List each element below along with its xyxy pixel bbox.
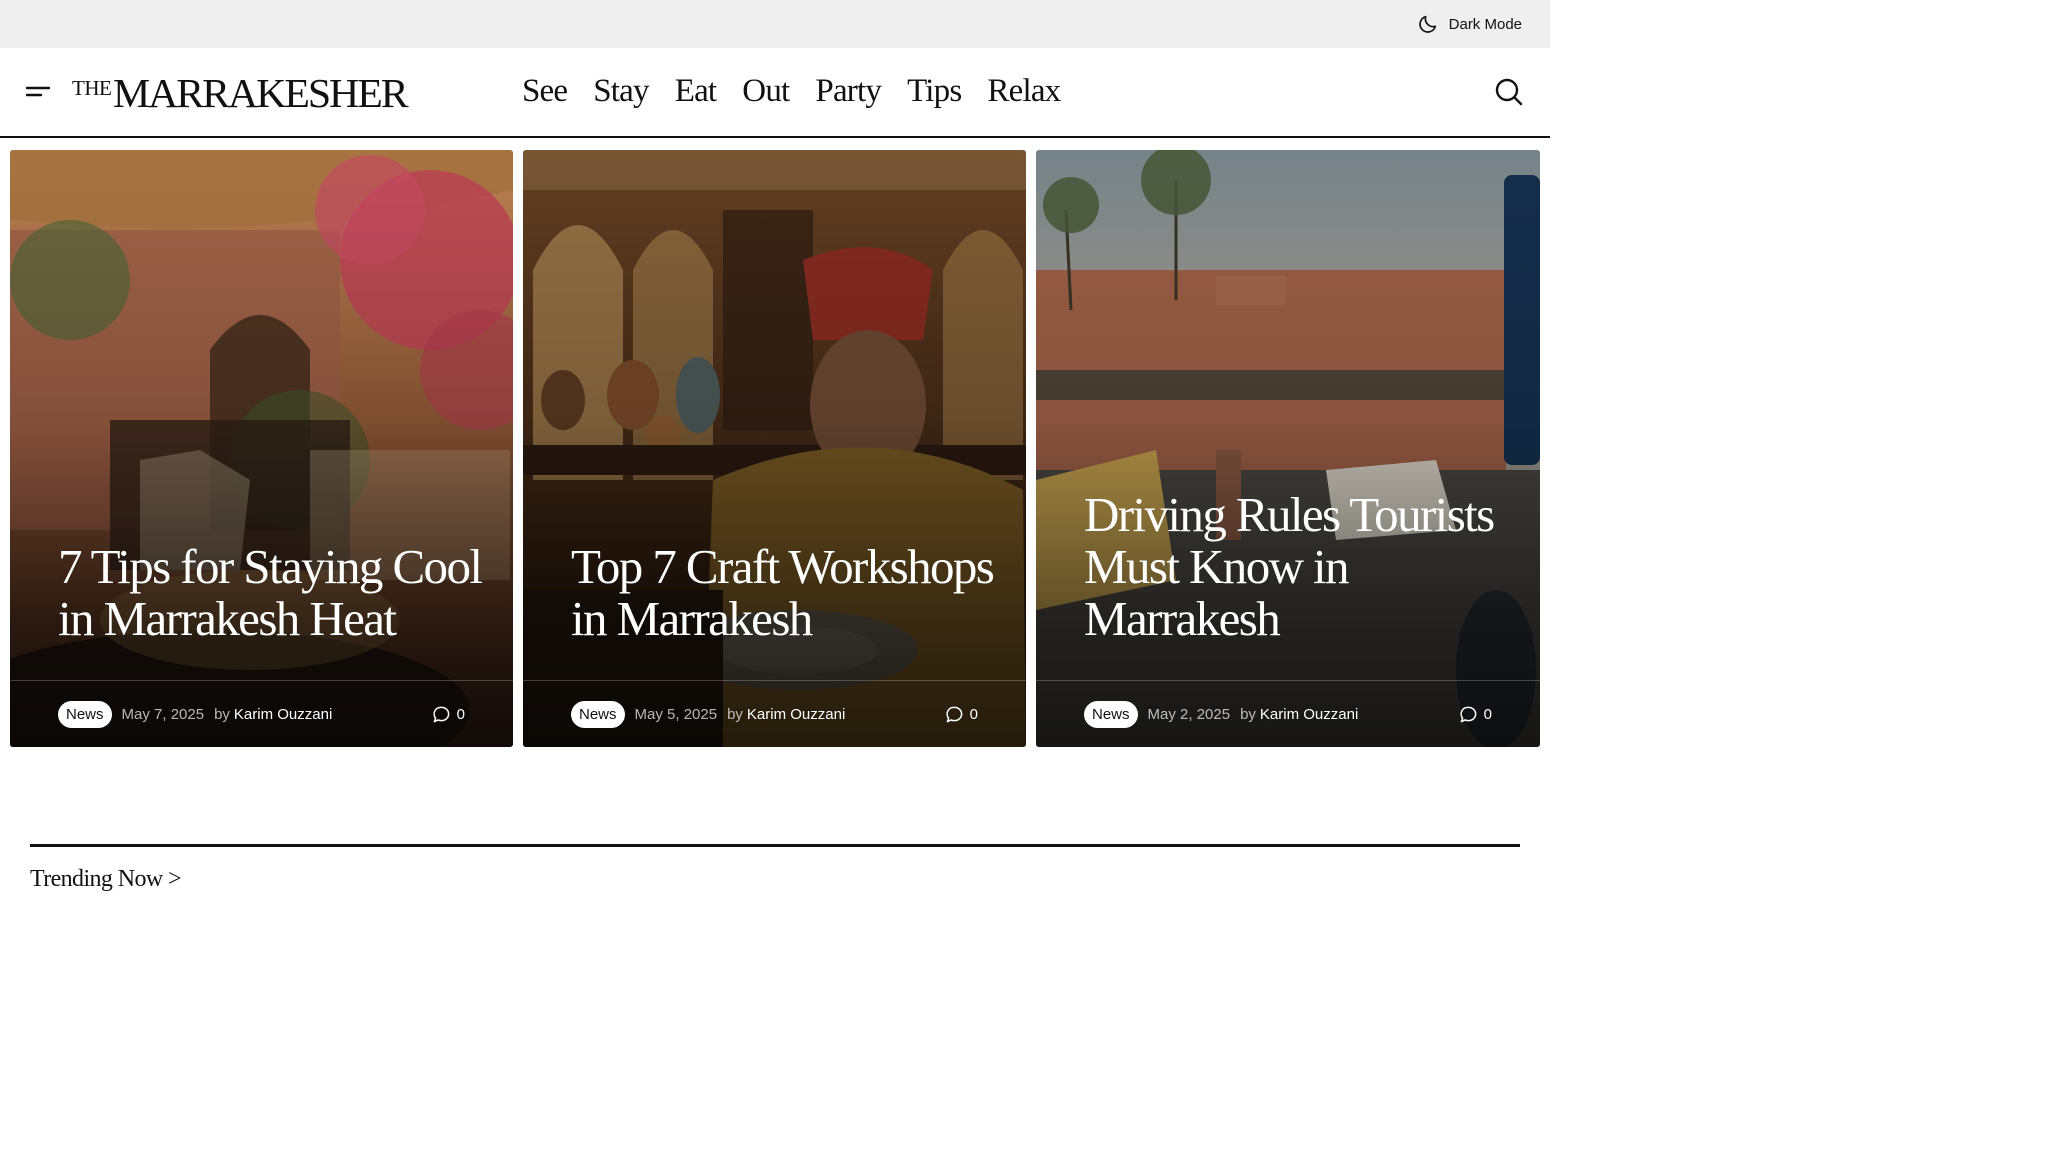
article-card[interactable]: Driving Rules Tourists Must Know in Marr… [1036,150,1540,747]
article-meta: News May 7, 2025 by Karim Ouzzani 0 [58,700,465,728]
trending-now-link[interactable]: Trending Now > [30,866,182,893]
image-overlay [1036,150,1540,747]
card-divider [10,680,513,681]
comment-count: 0 [456,705,465,723]
article-date: May 7, 2025 [121,705,205,723]
author-link[interactable]: Karim Ouzzani [1260,706,1358,723]
moon-icon [1418,15,1436,33]
author-link[interactable]: Karim Ouzzani [747,706,845,723]
nav-item-stay[interactable]: Stay [593,73,649,110]
by-label: by [214,705,230,723]
comments-link[interactable]: 0 [945,705,978,724]
comment-icon [946,706,962,722]
image-overlay [523,150,1026,747]
by-label: by [727,705,743,723]
featured-articles: 7 Tips for Staying Cool in Marrakesh Hea… [10,150,1540,747]
article-title[interactable]: Top 7 Craft Workshops in Marrakesh [571,541,996,645]
nav-item-relax[interactable]: Relax [987,73,1061,110]
main-nav: See Stay Eat Out Party Tips Relax [522,68,1061,114]
nav-item-see[interactable]: See [522,73,568,110]
category-badge[interactable]: News [571,700,625,728]
comments-link[interactable]: 0 [1459,705,1492,724]
article-card[interactable]: Top 7 Craft Workshops in Marrakesh News … [523,150,1026,747]
dark-mode-toggle[interactable]: Dark Mode [1417,12,1522,36]
article-title[interactable]: Driving Rules Tourists Must Know in Marr… [1084,489,1510,645]
logo-name: MARRAKESHER [113,70,409,116]
card-divider [1036,680,1540,681]
category-badge[interactable]: News [58,700,112,728]
article-meta: News May 5, 2025 by Karim Ouzzani 0 [571,700,978,728]
nav-item-tips[interactable]: Tips [907,73,962,110]
site-logo[interactable]: THE MARRAKESHER [72,70,409,116]
nav-item-party[interactable]: Party [815,73,881,110]
nav-item-eat[interactable]: Eat [675,73,717,110]
top-utility-bar: Dark Mode [0,0,1550,48]
author-link[interactable]: Karim Ouzzani [234,706,332,723]
image-overlay [10,150,513,747]
hamburger-menu-icon[interactable] [26,81,50,101]
category-badge[interactable]: News [1084,700,1138,728]
comment-count: 0 [1483,705,1492,723]
card-divider [523,680,1026,681]
article-card[interactable]: 7 Tips for Staying Cool in Marrakesh Hea… [10,150,513,747]
article-date: May 2, 2025 [1147,705,1231,723]
article-date: May 5, 2025 [634,705,718,723]
article-meta: News May 2, 2025 by Karim Ouzzani 0 [1084,700,1492,728]
comment-icon [433,706,449,722]
site-header: THE MARRAKESHER See Stay Eat Out Party T… [0,48,1550,138]
comments-link[interactable]: 0 [432,705,465,724]
article-title[interactable]: 7 Tips for Staying Cool in Marrakesh Hea… [58,541,483,645]
logo-the: THE [72,76,112,100]
nav-item-out[interactable]: Out [742,73,790,110]
comment-count: 0 [969,705,978,723]
search-icon[interactable] [1494,77,1524,107]
comment-icon [1460,706,1476,722]
dark-mode-label: Dark Mode [1448,15,1522,33]
by-label: by [1240,705,1256,723]
section-divider [30,844,1520,847]
